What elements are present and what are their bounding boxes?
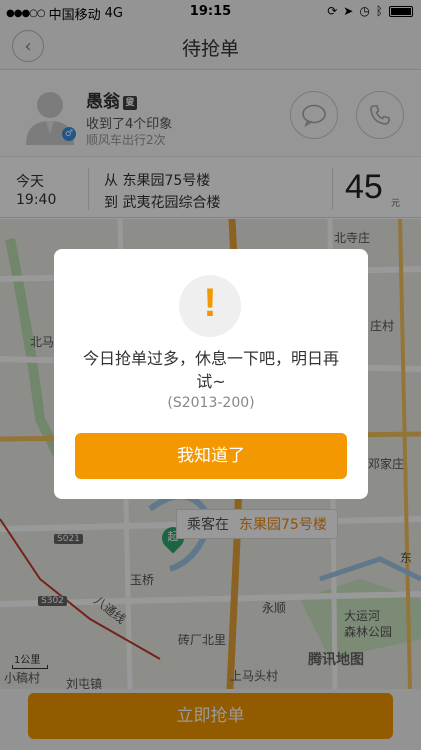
dialog-confirm-button[interactable]: 我知道了 bbox=[75, 433, 347, 479]
dialog-message: 今日抢单过多，休息一下吧，明日再试~ bbox=[82, 349, 339, 391]
exclamation-icon: ! bbox=[203, 281, 217, 325]
dialog-error-code: (S2013-200) bbox=[167, 395, 255, 411]
alert-dialog: ! 今日抢单过多，休息一下吧，明日再试~ (S2013-200) 我知道了 bbox=[54, 249, 368, 499]
alert-icon-circle: ! bbox=[179, 275, 241, 337]
